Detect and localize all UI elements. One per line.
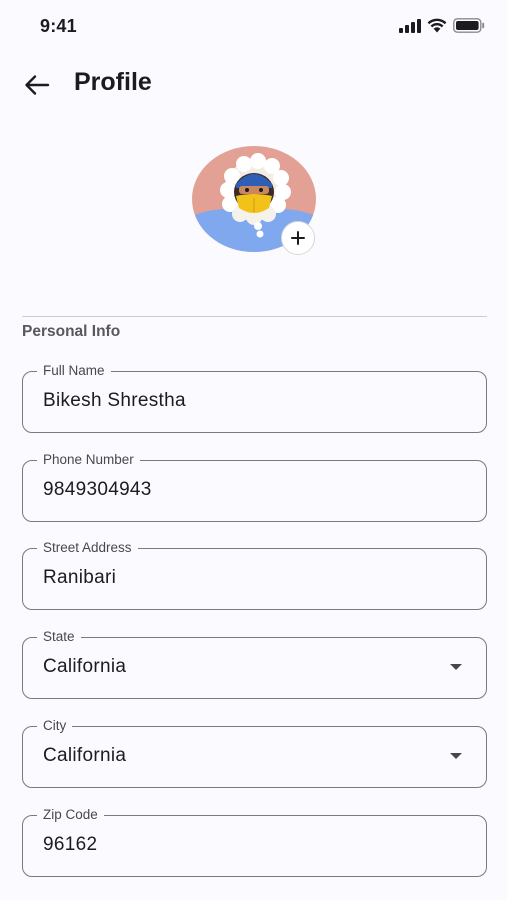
arrow-back-icon — [25, 75, 50, 95]
phone-number-field[interactable]: Phone Number 9849304943 — [22, 451, 487, 522]
dropdown-arrow-icon — [450, 664, 462, 670]
plus-icon — [291, 231, 305, 245]
battery-icon — [453, 18, 485, 33]
zip-code-value: 96162 — [43, 834, 98, 855]
section-title: Personal Info — [22, 323, 121, 340]
page-title: Profile — [74, 68, 152, 96]
add-photo-button[interactable] — [281, 221, 315, 255]
state-dropdown[interactable]: State California — [22, 628, 487, 699]
status-time: 9:41 — [40, 16, 77, 36]
city-value: California — [43, 745, 127, 766]
cellular-signal-icon — [399, 18, 421, 33]
full-name-field[interactable]: Full Name Bikesh Shrestha — [22, 362, 487, 433]
status-bar: 9:41 — [0, 0, 507, 56]
zip-code-label: Zip Code — [37, 806, 104, 824]
dropdown-arrow-icon — [450, 753, 462, 759]
street-address-label: Street Address — [37, 539, 138, 557]
zip-code-field[interactable]: Zip Code 96162 — [22, 806, 487, 877]
state-value: California — [43, 656, 127, 677]
street-address-value: Ranibari — [43, 567, 117, 588]
city-label: City — [37, 717, 73, 735]
back-button[interactable] — [18, 66, 56, 104]
phone-number-label: Phone Number — [37, 451, 140, 469]
city-dropdown[interactable]: City California — [22, 717, 487, 788]
street-address-field[interactable]: Street Address Ranibari — [22, 539, 487, 610]
full-name-label: Full Name — [37, 362, 111, 380]
state-label: State — [37, 628, 81, 646]
wifi-icon — [427, 18, 447, 33]
status-icons — [399, 18, 485, 33]
app-bar: Profile — [0, 56, 507, 114]
phone-number-value: 9849304943 — [43, 479, 152, 500]
full-name-value: Bikesh Shrestha — [43, 390, 186, 411]
section-divider — [22, 316, 487, 317]
